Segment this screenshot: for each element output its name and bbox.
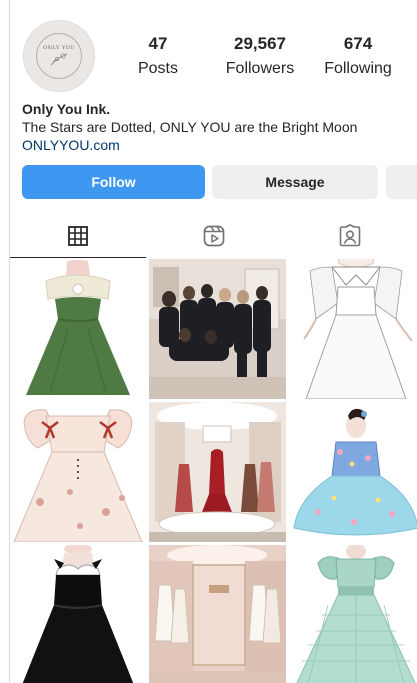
following-stat[interactable]: 674 Following bbox=[318, 34, 398, 81]
reels-icon bbox=[203, 225, 225, 247]
post-image bbox=[288, 259, 417, 399]
post-thumbnail[interactable] bbox=[10, 545, 147, 683]
profile-name: Only You Ink. bbox=[22, 101, 111, 117]
brand-logo: ONLY YOU bbox=[36, 33, 82, 79]
bio-text: The Stars are Dotted, ONLY YOU are the B… bbox=[22, 119, 358, 135]
profile-tabs bbox=[10, 214, 417, 258]
posts-label: Posts bbox=[137, 60, 178, 77]
post-image bbox=[149, 402, 286, 542]
profile-page: ONLY YOU 47 Posts 29,567 Followers 674 F… bbox=[9, 0, 417, 683]
post-thumbnail[interactable] bbox=[149, 259, 286, 399]
post-thumbnail[interactable] bbox=[10, 259, 147, 399]
post-image bbox=[10, 259, 147, 399]
post-thumbnail[interactable] bbox=[288, 259, 417, 399]
post-thumbnail[interactable] bbox=[288, 402, 417, 542]
tagged-icon bbox=[339, 224, 361, 247]
followers-count: 29,567 bbox=[234, 34, 286, 53]
website-link[interactable]: ONLYYOU.com bbox=[22, 136, 417, 154]
posts-stat: 47 Posts bbox=[128, 34, 188, 81]
post-image bbox=[10, 402, 147, 542]
tab-tagged[interactable] bbox=[282, 214, 417, 258]
follow-button[interactable]: Follow bbox=[22, 165, 205, 199]
message-button[interactable]: Message bbox=[212, 165, 378, 199]
post-thumbnail[interactable] bbox=[149, 545, 286, 683]
post-image bbox=[10, 545, 147, 683]
post-image bbox=[149, 545, 286, 683]
avatar[interactable]: ONLY YOU bbox=[23, 20, 95, 92]
more-options-button[interactable] bbox=[386, 165, 417, 199]
post-thumbnail[interactable] bbox=[288, 545, 417, 683]
tab-reels[interactable] bbox=[146, 214, 282, 258]
grid-icon bbox=[68, 225, 88, 246]
posts-count: 47 bbox=[148, 34, 168, 53]
post-thumbnail[interactable] bbox=[10, 402, 147, 542]
profile-bio: Only You Ink. The Stars are Dotted, ONLY… bbox=[22, 100, 417, 154]
tab-posts[interactable] bbox=[10, 214, 146, 258]
post-image bbox=[288, 545, 417, 683]
post-image bbox=[149, 259, 286, 399]
post-image bbox=[288, 402, 417, 542]
post-thumbnail[interactable] bbox=[149, 402, 286, 542]
flower-logo-icon bbox=[50, 53, 68, 66]
followers-stat[interactable]: 29,567 Followers bbox=[208, 34, 312, 81]
following-count: 674 bbox=[343, 34, 373, 53]
followers-label: Followers bbox=[225, 60, 295, 77]
following-label: Following bbox=[324, 60, 392, 77]
